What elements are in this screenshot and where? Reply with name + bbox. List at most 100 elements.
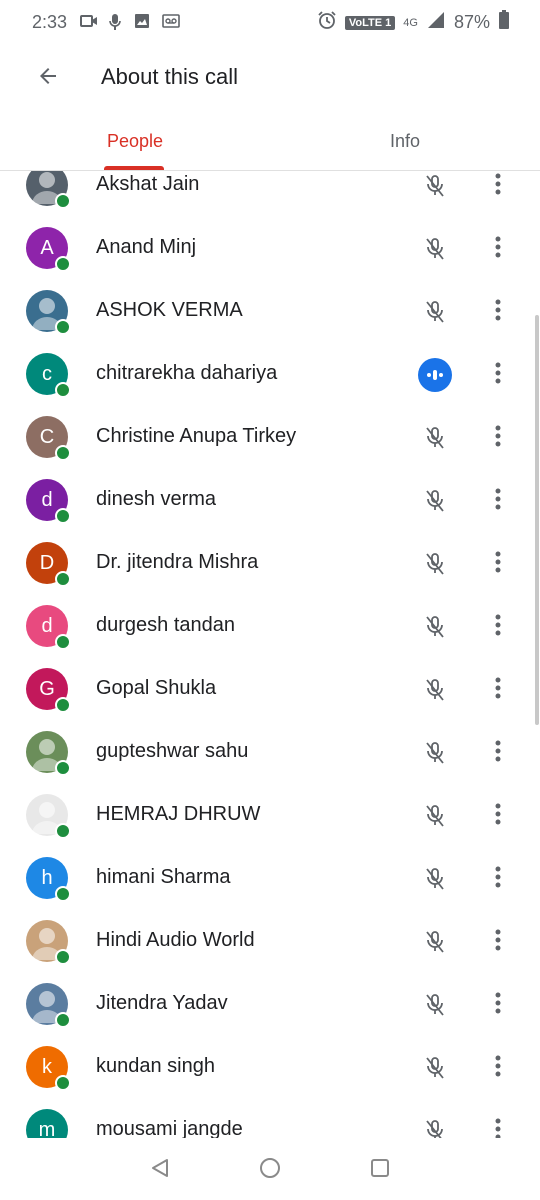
more-options-button[interactable] [482, 799, 514, 833]
status-time: 2:33 [32, 12, 68, 32]
more-options-button[interactable] [482, 988, 514, 1022]
more-vert-icon [495, 236, 501, 263]
participant-name: ASHOK VERMA [96, 299, 243, 321]
more-options-button[interactable] [482, 736, 514, 770]
tab-info[interactable]: Info [270, 112, 540, 170]
participant-row[interactable]: d durgesh tandan [0, 595, 540, 658]
avatar-wrapper: A [26, 227, 71, 272]
nav-home-button[interactable] [256, 1156, 284, 1184]
participant-row[interactable]: Jitendra Yadav [0, 973, 540, 1036]
participant-name: gupteshwar sahu [96, 740, 249, 762]
mic-off-icon [418, 171, 452, 203]
scrollbar[interactable] [535, 315, 539, 725]
participant-row[interactable]: h himani Sharma [0, 847, 540, 910]
more-options-button[interactable] [482, 862, 514, 896]
participant-row[interactable]: HEMRAJ DHRUW [0, 784, 540, 847]
more-options-button[interactable] [482, 171, 514, 203]
avatar-wrapper [26, 290, 71, 335]
mic-off-icon [418, 295, 452, 329]
status-bar: 2:33 VoLTE 1 4G 87% [0, 0, 540, 44]
more-options-button[interactable] [482, 1051, 514, 1085]
more-vert-icon [495, 803, 501, 830]
participant-row[interactable]: Akshat Jain [0, 171, 540, 217]
page-title: About this call [101, 64, 238, 89]
presence-dot-icon [55, 571, 71, 587]
more-options-button[interactable] [482, 232, 514, 266]
mic-off-icon [418, 673, 452, 707]
presence-dot-icon [55, 823, 71, 839]
participant-row[interactable]: ASHOK VERMA [0, 280, 540, 343]
participant-list[interactable]: Akshat Jain A Anand Minj ASHOK VERMA c chitra… [0, 171, 540, 1138]
more-vert-icon [495, 1055, 501, 1082]
mic-off-icon [418, 421, 452, 455]
more-vert-icon [495, 173, 501, 200]
participant-row[interactable]: A Anand Minj [0, 217, 540, 280]
more-vert-icon [495, 677, 501, 704]
signal-icon [426, 10, 446, 35]
participant-row[interactable]: k kundan singh [0, 1036, 540, 1099]
more-options-button[interactable] [482, 295, 514, 329]
nav-back-button[interactable] [146, 1156, 174, 1184]
avatar-wrapper: G [26, 668, 71, 713]
tab-indicator [104, 166, 164, 170]
volte-badge: VoLTE 1 [344, 15, 396, 30]
presence-dot-icon [55, 1075, 71, 1091]
participant-row[interactable]: gupteshwar sahu [0, 721, 540, 784]
nav-recents-button[interactable] [366, 1156, 394, 1184]
home-circle-icon [259, 1157, 281, 1184]
more-vert-icon [495, 929, 501, 956]
avatar-wrapper: c [26, 353, 71, 398]
mic-off-icon [418, 799, 452, 833]
participant-name: chitrarekha dahariya [96, 362, 278, 384]
more-options-button[interactable] [482, 610, 514, 644]
more-options-button[interactable] [482, 1114, 514, 1138]
back-button[interactable] [26, 56, 70, 100]
battery-icon [498, 10, 510, 35]
avatar-wrapper: C [26, 416, 71, 461]
participant-name: dinesh verma [96, 488, 217, 510]
more-vert-icon [495, 866, 501, 893]
participant-row[interactable]: c chitrarekha dahariya [0, 343, 540, 406]
participant-row[interactable]: m mousami jangde [0, 1099, 540, 1138]
more-options-button[interactable] [482, 421, 514, 455]
avatar-wrapper: m [26, 1109, 70, 1138]
presence-dot-icon [55, 886, 71, 902]
avatar-wrapper: D [26, 542, 71, 587]
avatar-wrapper [26, 171, 71, 209]
more-options-button[interactable] [482, 925, 514, 959]
participant-row[interactable]: G Gopal Shukla [0, 658, 540, 721]
mic-off-icon [418, 925, 452, 959]
presence-dot-icon [55, 319, 71, 335]
microphone-icon [108, 13, 122, 31]
more-vert-icon [495, 362, 501, 389]
mic-off-icon [418, 988, 452, 1022]
presence-dot-icon [55, 193, 71, 209]
more-options-button[interactable] [482, 358, 514, 392]
more-options-button[interactable] [482, 547, 514, 581]
participant-row[interactable]: C Christine Anupa Tirkey [0, 406, 540, 469]
presence-dot-icon [55, 445, 71, 461]
voicemail-icon [162, 13, 180, 29]
avatar-wrapper: h [26, 857, 71, 902]
presence-dot-icon [55, 1012, 71, 1028]
presence-dot-icon [55, 256, 71, 272]
more-vert-icon [495, 551, 501, 578]
avatar-wrapper: d [26, 479, 71, 524]
tab-people[interactable]: People [0, 112, 270, 170]
participant-name: kundan singh [96, 1055, 215, 1077]
more-options-button[interactable] [482, 673, 514, 707]
participant-row[interactable]: D Dr. jitendra Mishra [0, 532, 540, 595]
participant-row[interactable]: Hindi Audio World [0, 910, 540, 973]
participant-name: Gopal Shukla [96, 677, 217, 699]
recents-square-icon [369, 1157, 391, 1184]
more-vert-icon [495, 992, 501, 1019]
participant-row[interactable]: d dinesh verma [0, 469, 540, 532]
presence-dot-icon [55, 382, 71, 398]
more-vert-icon [495, 488, 501, 515]
participant-name: durgesh tandan [96, 614, 236, 636]
participant-name: Christine Anupa Tirkey [96, 425, 297, 447]
participant-name: Hindi Audio World [96, 929, 255, 951]
more-options-button[interactable] [482, 484, 514, 518]
participant-name: Anand Minj [96, 236, 197, 258]
more-vert-icon [495, 425, 501, 452]
